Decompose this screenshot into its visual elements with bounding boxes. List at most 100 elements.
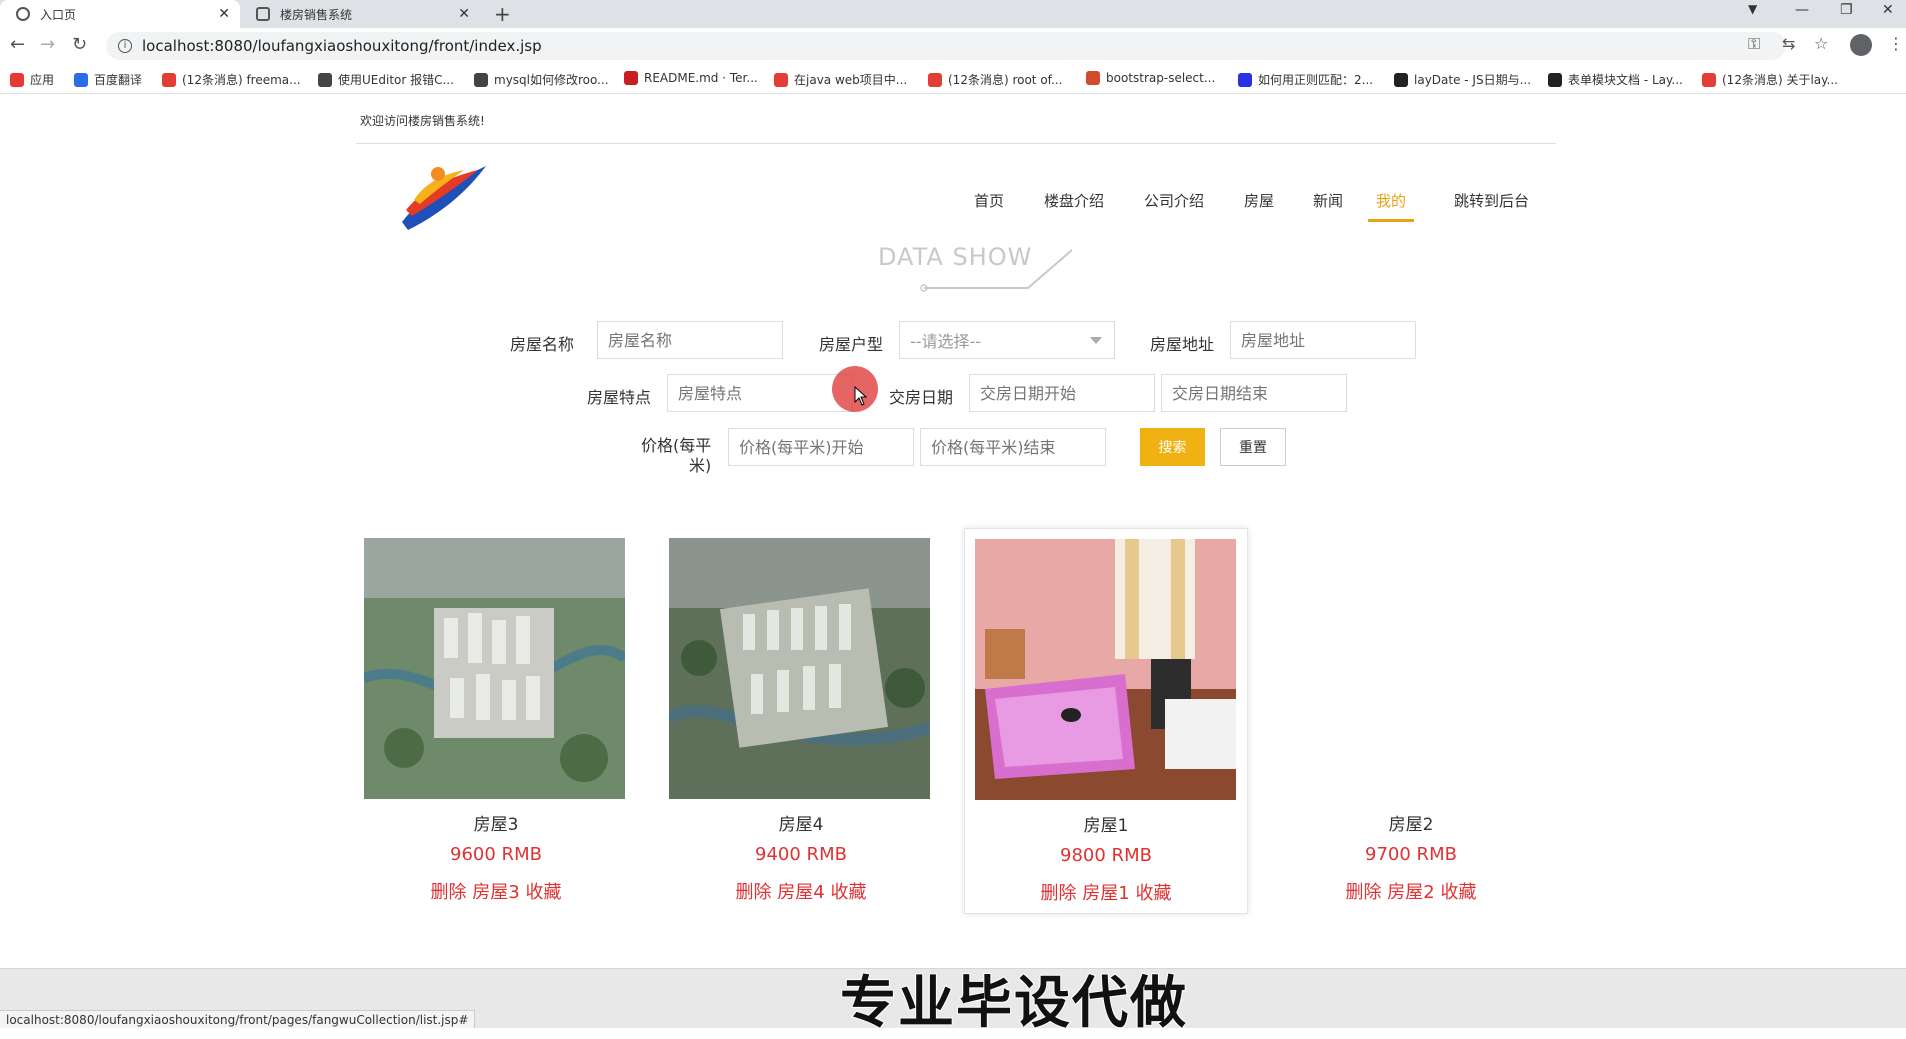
browser-tab-system[interactable]: 楼房销售系统 ✕: [240, 0, 480, 28]
listing-image[interactable]: [975, 539, 1236, 800]
listing-name[interactable]: 房屋4: [659, 810, 943, 835]
minimize-button[interactable]: —: [1795, 2, 1809, 18]
bookmark-item[interactable]: 应用: [10, 71, 54, 88]
address-url: localhost:8080/loufangxiaoshouxitong/fro…: [142, 37, 542, 55]
price-label-line2: 米): [689, 456, 712, 475]
bookmarks-bar: 应用 百度翻译 (12条消息) freema... 使用UEditor 报错C... m…: [0, 64, 1906, 94]
listing-card[interactable]: 房屋1 9800 RMB 删除 房屋1 收藏: [964, 528, 1248, 914]
video-watermark: 专业毕设代做: [839, 970, 1188, 1037]
bookmark-label: README.md · Ter...: [644, 71, 758, 85]
house-address-input[interactable]: [1230, 321, 1416, 359]
house-type-select[interactable]: --请选择--: [899, 321, 1115, 359]
bookmark-item[interactable]: (12条消息) 关于lay...: [1702, 71, 1838, 88]
delivery-date-end-input[interactable]: [1161, 374, 1347, 412]
bookmark-label: (12条消息) freema...: [182, 73, 301, 87]
restore-button[interactable]: ❐: [1840, 2, 1853, 18]
listing-name[interactable]: 房屋3: [354, 810, 638, 835]
listing-card[interactable]: 房屋4 9400 RMB 删除 房屋4 收藏: [659, 528, 943, 914]
bookmark-item[interactable]: (12条消息) freema...: [162, 71, 301, 88]
site-logo[interactable]: [398, 160, 488, 232]
new-tab-button[interactable]: +: [494, 2, 511, 26]
browser-toolbar: ← → ↻ i localhost:8080/loufangxiaoshouxi…: [0, 28, 1906, 64]
bookmark-item[interactable]: 使用UEditor 报错C...: [318, 71, 454, 88]
bookmark-item[interactable]: 在java web项目中...: [774, 71, 907, 88]
listing-price: 9800 RMB: [1060, 845, 1152, 866]
price-start-input[interactable]: [728, 428, 914, 466]
forward-icon[interactable]: →: [40, 34, 55, 55]
nav-item[interactable]: 新闻: [1313, 190, 1343, 219]
nav-item[interactable]: 跳转到后台: [1454, 190, 1529, 219]
tab-search-icon[interactable]: ▼: [1748, 2, 1757, 16]
bookmark-item[interactable]: layDate - JS日期与...: [1394, 71, 1531, 88]
csdn-icon: [1702, 72, 1716, 87]
profile-avatar[interactable]: [1850, 34, 1872, 56]
bookmark-label: 使用UEditor 报错C...: [338, 73, 454, 87]
listing-price: 9400 RMB: [755, 844, 847, 865]
status-bar-url: localhost:8080/loufangxiaoshouxitong/fro…: [0, 1010, 476, 1028]
nav-item[interactable]: 公司介绍: [1144, 190, 1204, 219]
nav-item[interactable]: 楼盘介绍: [1044, 190, 1104, 219]
listing-image[interactable]: [362, 538, 628, 799]
listing-actions-link[interactable]: 删除 房屋2 收藏: [1269, 878, 1553, 904]
bootstrap-icon: [1086, 71, 1100, 85]
search-button[interactable]: 搜索: [1140, 428, 1205, 466]
nav-item[interactable]: 首页: [974, 190, 1004, 219]
house-name-input[interactable]: [597, 321, 783, 359]
section-title-decoration: [920, 249, 1073, 292]
listing-name[interactable]: 房屋2: [1269, 810, 1553, 835]
bookmark-label: (12条消息) root of...: [948, 73, 1063, 87]
close-tab-icon[interactable]: ✕: [458, 6, 470, 22]
bookmark-item[interactable]: (12条消息) root of...: [928, 71, 1062, 88]
listing-image[interactable]: [665, 538, 932, 799]
csdn-icon: [162, 72, 176, 87]
listing-actions-link[interactable]: 删除 房屋4 收藏: [659, 878, 943, 904]
bookmark-item[interactable]: README.md · Ter...: [624, 71, 758, 85]
nav-item[interactable]: 房屋: [1244, 190, 1274, 219]
listing-price: 9600 RMB: [450, 844, 542, 865]
house-type-selected: --请选择--: [910, 332, 982, 351]
address-bar[interactable]: i localhost:8080/loufangxiaoshouxitong/f…: [106, 32, 1786, 60]
house-address-label: 房屋地址: [1150, 335, 1215, 354]
site-icon: [256, 7, 270, 21]
listing-name[interactable]: 房屋1: [965, 811, 1247, 836]
close-tab-icon[interactable]: ✕: [218, 6, 230, 22]
reset-button[interactable]: 重置: [1220, 428, 1286, 466]
bookmark-label: 百度翻译: [94, 73, 143, 87]
close-window-button[interactable]: ✕: [1882, 2, 1894, 18]
browser-tab-strip: 入口页 ✕ 楼房销售系统 ✕ + ▼ — ❐ ✕: [0, 0, 1906, 28]
listing-card[interactable]: 房屋2 9700 RMB 删除 房屋2 收藏: [1269, 528, 1553, 914]
house-feature-input[interactable]: [667, 374, 853, 412]
delivery-date-start-input[interactable]: [969, 374, 1155, 412]
bookmark-label: 应用: [30, 73, 55, 87]
site-info-icon[interactable]: i: [118, 39, 132, 53]
listing-card[interactable]: 房屋3 9600 RMB 删除 房屋3 收藏: [354, 528, 638, 914]
bookmark-item[interactable]: 百度翻译: [74, 71, 142, 88]
back-icon[interactable]: ←: [10, 34, 25, 55]
listing-actions-link[interactable]: 删除 房屋1 收藏: [965, 879, 1247, 905]
translate-icon[interactable]: ⇆: [1782, 34, 1795, 53]
globe-icon: [16, 7, 30, 21]
bookmark-label: 如何用正则匹配：2...: [1258, 73, 1374, 87]
baidu-icon: [1238, 72, 1252, 87]
bookmark-label: layDate - JS日期与...: [1414, 73, 1532, 87]
gitee-icon: [624, 71, 638, 85]
listing-actions-link[interactable]: 删除 房屋3 收藏: [354, 878, 638, 904]
bookmark-item[interactable]: mysql如何修改roo...: [474, 71, 609, 88]
bookmark-label: (12条消息) 关于lay...: [1722, 73, 1838, 87]
menu-icon[interactable]: ⋮: [1888, 34, 1904, 53]
bookmark-item[interactable]: 如何用正则匹配：2...: [1238, 71, 1373, 88]
baidu-translate-icon: [74, 72, 88, 87]
mouse-pointer-icon: [854, 386, 868, 406]
delivery-date-label: 交房日期: [889, 388, 954, 407]
listing-price: 9700 RMB: [1365, 844, 1457, 865]
browser-tab-index[interactable]: 入口页 ✕: [0, 0, 240, 28]
bookmark-item[interactable]: 表单模块文档 - Lay...: [1548, 71, 1683, 88]
price-end-input[interactable]: [920, 428, 1106, 466]
reload-icon[interactable]: ↻: [72, 34, 87, 55]
apps-grid-icon: [10, 72, 24, 87]
tab-title: 入口页: [40, 7, 77, 22]
key-icon[interactable]: ⚿: [1748, 34, 1760, 54]
bookmark-item[interactable]: bootstrap-select...: [1086, 71, 1215, 85]
nav-item[interactable]: 我的: [1368, 190, 1415, 222]
bookmark-star-icon[interactable]: ☆: [1814, 34, 1828, 53]
